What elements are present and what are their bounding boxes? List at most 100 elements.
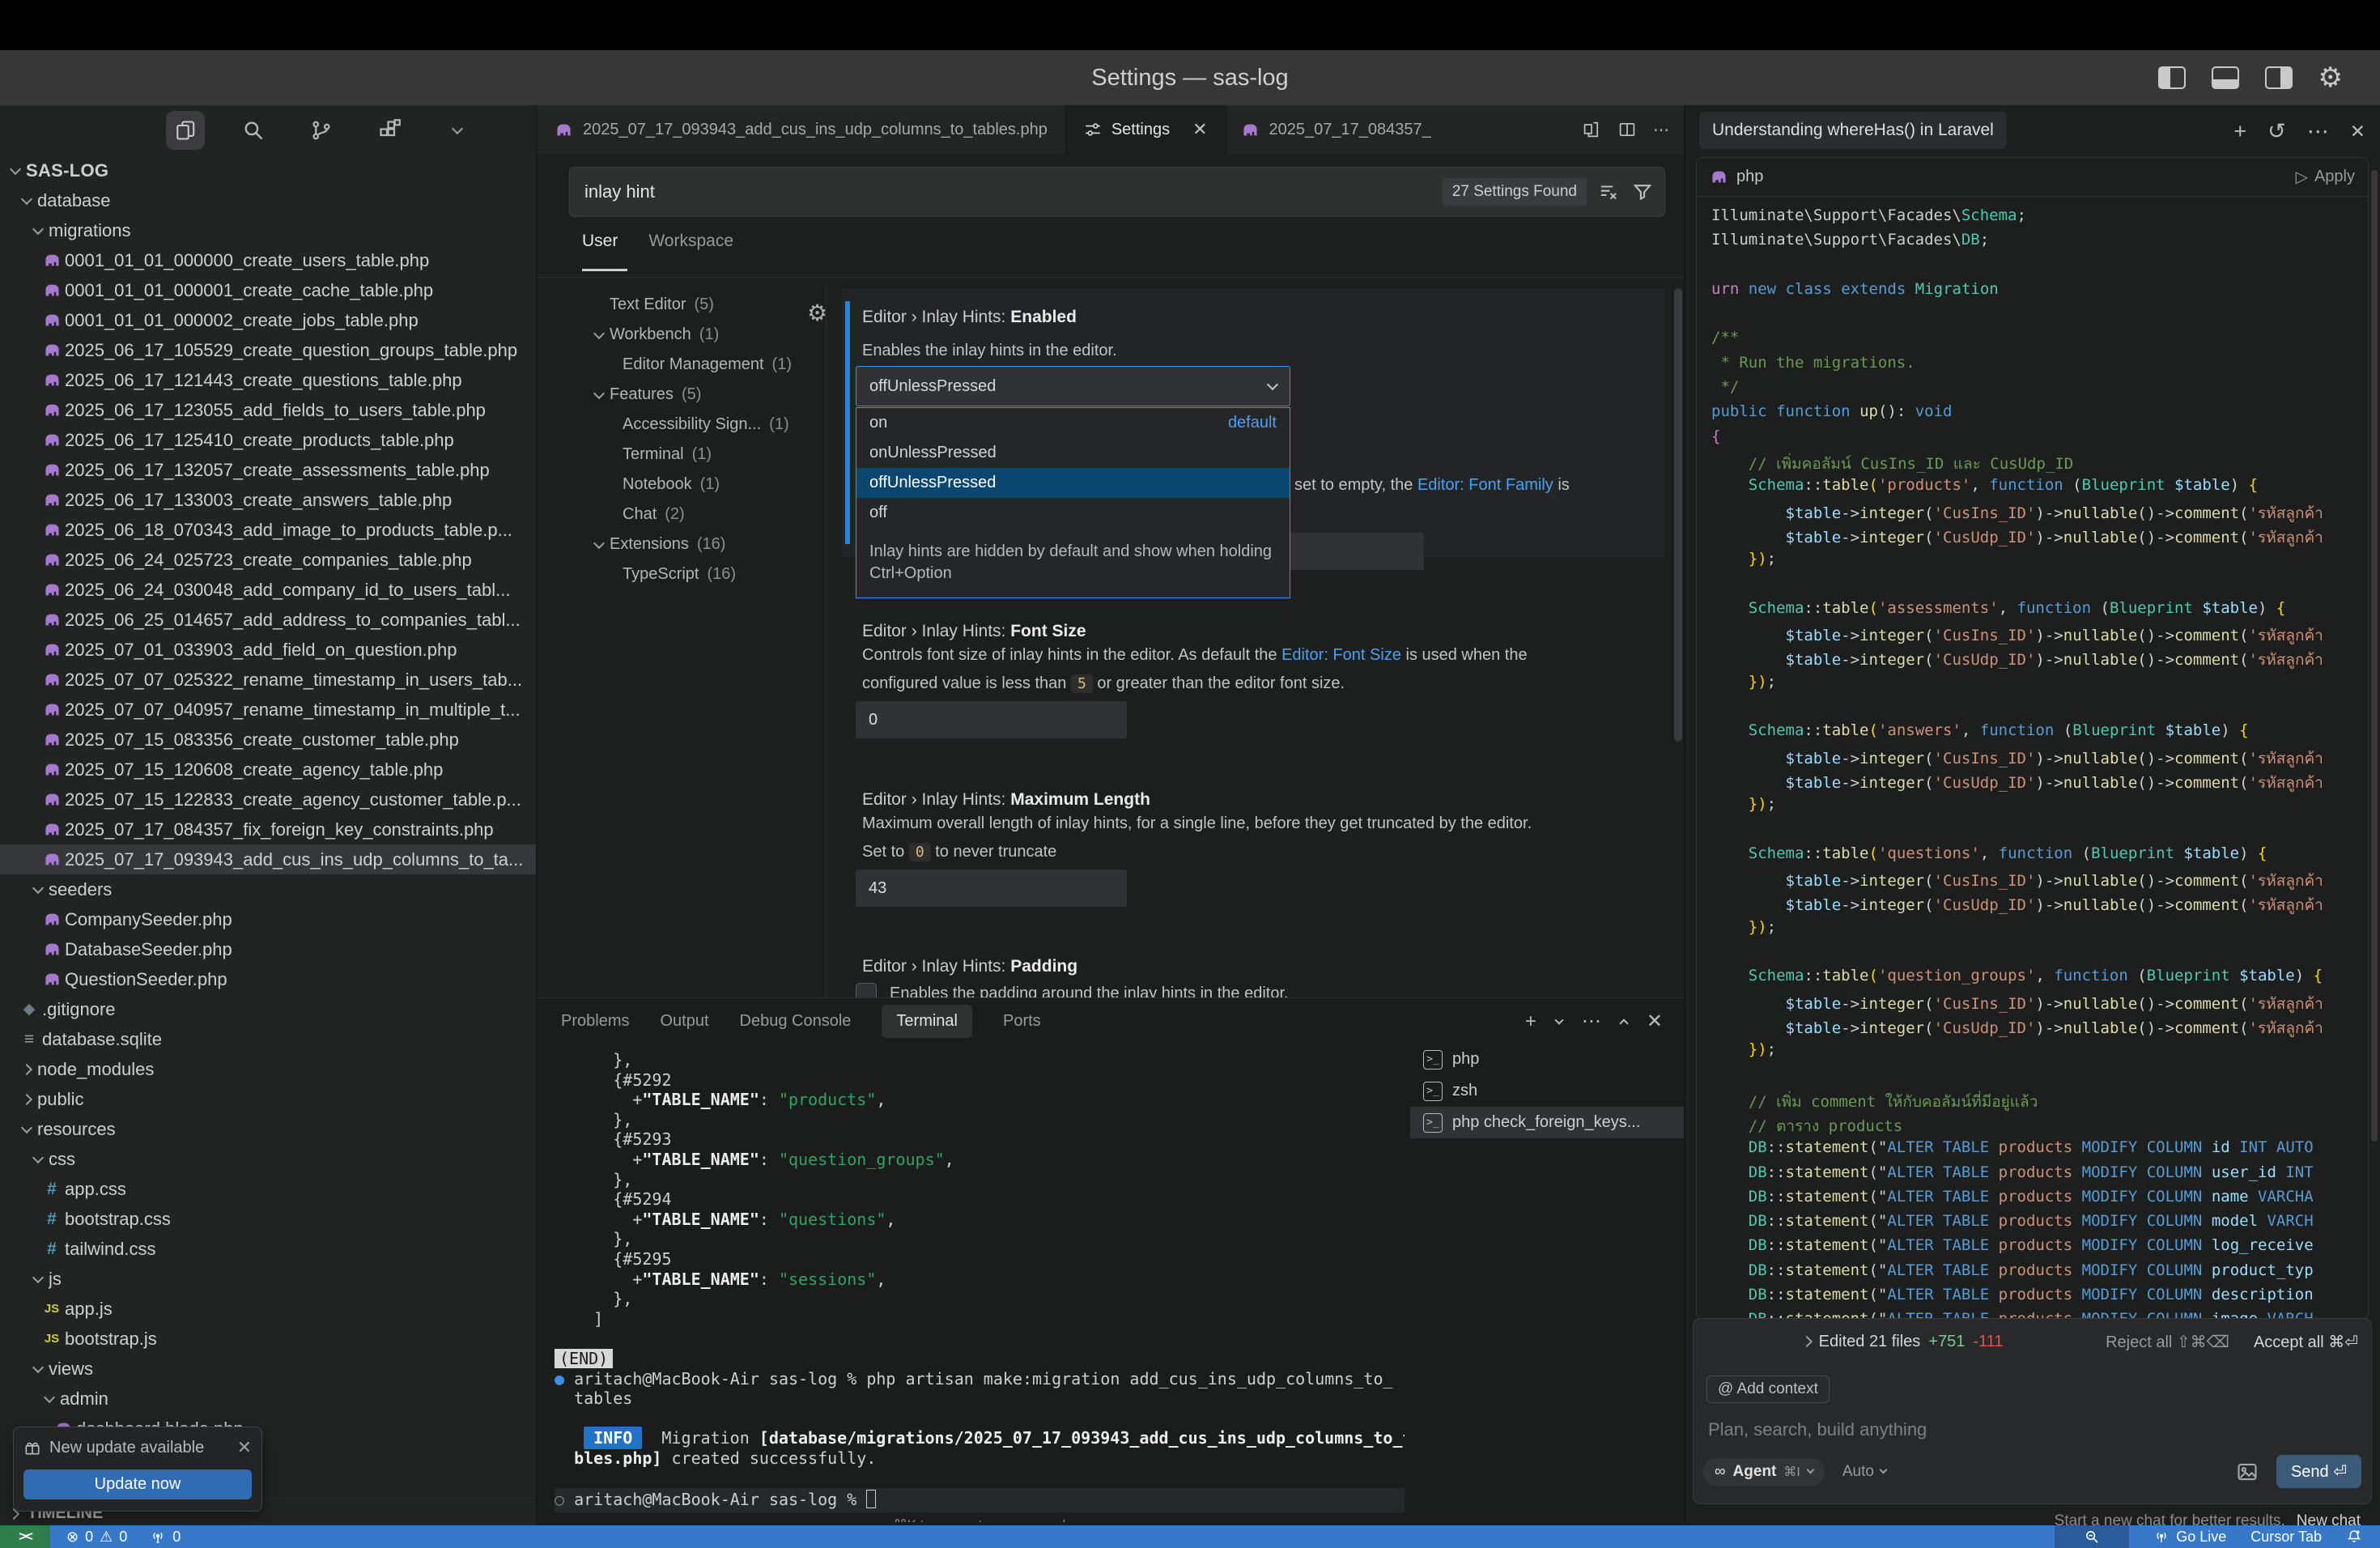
close-icon[interactable]: ✕ [237,1437,252,1458]
settings-search-input[interactable]: inlay hint 27 Settings Found [569,167,1665,217]
tree-folder-node_modules[interactable]: node_modules [0,1054,536,1084]
attach-image-icon[interactable] [2236,1461,2259,1483]
tree-folder-seeders[interactable]: seeders [0,874,536,904]
toggle-secondary-sidebar-icon[interactable] [2265,66,2293,89]
extensions-icon[interactable] [370,111,409,150]
problems-status[interactable]: ⊗0 ⚠0 [66,1529,127,1546]
tab-user-settings[interactable]: User [582,232,618,251]
tree-file-.gitignore[interactable]: ◆.gitignore [0,994,536,1024]
open-changes-icon[interactable] [1582,120,1601,139]
toc-Workbench[interactable]: Workbench(1) [589,320,823,350]
dropdown-option-on[interactable]: ondefault [856,408,1290,438]
tree-folder-migrations[interactable]: migrations [0,215,536,245]
toggle-panel-icon[interactable] [2212,66,2239,89]
dropdown-option-onUnlessPressed[interactable]: onUnlessPressed [856,438,1290,468]
close-tab-icon[interactable]: ✕ [1192,119,1207,140]
panel-more-icon[interactable]: ⋯ [1582,1010,1601,1033]
gear-icon[interactable]: ⚙ [2318,64,2343,91]
terminal-session-zsh[interactable]: >_zsh [1410,1075,1684,1107]
toc-Terminal[interactable]: Terminal(1) [589,440,823,470]
search-icon[interactable] [234,111,273,150]
editor-font-size-link[interactable]: Editor: Font Size [1281,646,1401,664]
dropdown-option-offUnlessPressed[interactable]: offUnlessPressed [856,468,1290,498]
setting-gear-icon[interactable]: ⚙ [807,300,827,326]
terminal-session-php[interactable]: >_php [1410,1044,1684,1075]
toc-Accessibility Sign...[interactable]: Accessibility Sign...(1) [589,410,823,440]
expand-edits-chevron[interactable] [1801,1336,1813,1347]
new-chat-icon[interactable]: + [2233,119,2246,144]
accept-all-button[interactable]: Accept all ⌘⏎ [2254,1332,2358,1352]
terminal-session-php check_foreign_keys...[interactable]: >_php check_foreign_keys... [1410,1107,1684,1138]
tree-file-2025_06_17_133003_create_answers_table.php[interactable]: 2025_06_17_133003_create_answers_table.p… [0,485,536,515]
chat-scrollbar[interactable] [2371,170,2378,1142]
model-selector[interactable]: Auto [1842,1463,1886,1481]
inlay-hints-enabled-select[interactable]: offUnlessPressed [856,366,1290,406]
tab-workspace-settings[interactable]: Workspace [648,232,733,251]
toc-Features[interactable]: Features(5) [589,380,823,410]
font-size-input[interactable]: 0 [856,701,1127,738]
tree-file-2025_06_18_070343_add_image_to_products_table.p...[interactable]: 2025_06_18_070343_add_image_to_products_… [0,515,536,545]
panel-tab-Problems[interactable]: Problems [561,1012,629,1031]
tree-file-CompanySeeder.php[interactable]: CompanySeeder.php [0,904,536,934]
tree-file-QuestionSeeder.php[interactable]: QuestionSeeder.php [0,964,536,994]
split-editor-icon[interactable] [1617,120,1637,139]
tree-file-2025_06_17_105529_create_question_groups_table.php[interactable]: 2025_06_17_105529_create_question_groups… [0,335,536,365]
agent-mode-selector[interactable]: ∞ Agent ⌘I [1703,1458,1825,1486]
code-content[interactable]: Illuminate\Support\Facades\Schema;Illumi… [1697,197,2368,1320]
tree-folder-SAS-LOG[interactable]: SAS-LOG [0,155,536,185]
tree-file-2025_07_15_083356_create_customer_table.php[interactable]: 2025_07_15_083356_create_customer_table.… [0,725,536,755]
tree-file-2025_06_24_025723_create_companies_table.php[interactable]: 2025_06_24_025723_create_companies_table… [0,545,536,575]
maximize-panel-icon[interactable] [1619,1019,1628,1027]
chat-input-placeholder[interactable]: Plan, search, build anything [1708,1419,1927,1440]
tree-file-database.sqlite[interactable]: ≡database.sqlite [0,1024,536,1054]
panel-tab-Terminal[interactable]: Terminal [882,1005,972,1038]
tree-file-app.js[interactable]: JSapp.js [0,1294,536,1324]
source-control-icon[interactable] [302,111,341,150]
tree-file-app.css[interactable]: #app.css [0,1174,536,1204]
chat-tab[interactable]: Understanding whereHas() in Laravel [1699,112,2007,149]
cursor-tab-status[interactable]: Cursor Tab [2250,1529,2322,1546]
panel-tab-Ports[interactable]: Ports [1003,1012,1041,1031]
tree-file-2025_06_24_030048_add_company_id_to_users_tabl...[interactable]: 2025_06_24_030048_add_company_id_to_user… [0,575,536,605]
tree-folder-admin[interactable]: admin [0,1384,536,1414]
tree-file-0001_01_01_000000_create_users_table.php[interactable]: 0001_01_01_000000_create_users_table.php [0,245,536,275]
tree-file-2025_07_15_120608_create_agency_table.php[interactable]: 2025_07_15_120608_create_agency_table.ph… [0,755,536,785]
notifications-bell-icon[interactable] [2346,1529,2362,1545]
panel-tab-Output[interactable]: Output [660,1012,708,1031]
max-length-input[interactable]: 43 [856,870,1127,907]
chat-history-icon[interactable]: ↺ [2267,119,2286,144]
tree-file-2025_07_15_122833_create_agency_customer_table.p...[interactable]: 2025_07_15_122833_create_agency_customer… [0,785,536,814]
tree-file-bootstrap.css[interactable]: #bootstrap.css [0,1204,536,1234]
toc-Notebook[interactable]: Notebook(1) [589,470,823,500]
apply-button[interactable]: ▷ Apply [2296,167,2355,187]
tab-migration-093943[interactable]: 2025_07_17_093943_add_cus_ins_udp_column… [537,105,1066,154]
add-context-button[interactable]: @ Add context [1706,1376,1830,1403]
ports-status[interactable]: 0 [150,1529,181,1546]
clear-filter-icon[interactable] [1598,181,1619,202]
tree-folder-resources[interactable]: resources [0,1114,536,1144]
tree-file-bootstrap.js[interactable]: JSbootstrap.js [0,1324,536,1354]
dropdown-option-off[interactable]: off [856,498,1290,528]
chat-more-icon[interactable]: ⋯ [2307,119,2329,144]
tree-file-2025_06_17_123055_add_fields_to_users_table.php[interactable]: 2025_06_17_123055_add_fields_to_users_ta… [0,395,536,425]
tree-file-2025_06_17_125410_create_products_table.php[interactable]: 2025_06_17_125410_create_products_table.… [0,425,536,455]
tab-migration-084357[interactable]: 2025_07_17_084357_ ⋯ [1226,105,1684,154]
tree-file-2025_06_25_014657_add_address_to_companies_tabl...[interactable]: 2025_06_25_014657_add_address_to_compani… [0,605,536,635]
tree-file-DatabaseSeeder.php[interactable]: DatabaseSeeder.php [0,934,536,964]
chevron-down-icon[interactable] [438,111,477,150]
padding-checkbox[interactable] [856,983,877,997]
update-now-button[interactable]: Update now [23,1469,252,1499]
remote-indicator[interactable]: >< [0,1525,50,1548]
close-chat-icon[interactable]: ✕ [2350,121,2365,142]
toc-Editor Management[interactable]: Editor Management(1) [589,350,823,380]
toc-Extensions[interactable]: Extensions(16) [589,529,823,559]
toggle-sidebar-icon[interactable] [2158,66,2186,89]
editor-font-family-link[interactable]: Editor: Font Family [1417,476,1553,494]
go-live-button[interactable]: Go Live [2153,1529,2226,1546]
tree-file-2025_06_17_121443_create_questions_table.php[interactable]: 2025_06_17_121443_create_questions_table… [0,365,536,395]
reject-all-button[interactable]: Reject all ⇧⌘⌫ [2106,1332,2229,1352]
tree-file-0001_01_01_000002_create_jobs_table.php[interactable]: 0001_01_01_000002_create_jobs_table.php [0,305,536,335]
tree-file-2025_06_17_132057_create_assessments_table.php[interactable]: 2025_06_17_132057_create_assessments_tab… [0,455,536,485]
terminal-output[interactable]: }, {#5292 +"TABLE_NAME": "products", }, … [555,1050,1405,1522]
new-terminal-icon[interactable]: + [1525,1010,1536,1033]
